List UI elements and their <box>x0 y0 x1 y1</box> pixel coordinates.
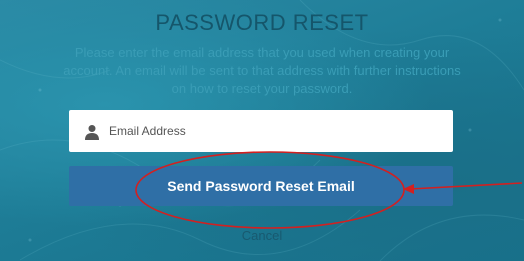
page-title: PASSWORD RESET <box>155 10 369 35</box>
cancel-link[interactable]: Cancel <box>0 228 524 243</box>
instructions-text: Please enter the email address that you … <box>63 45 461 96</box>
email-field-container[interactable] <box>69 110 453 156</box>
send-reset-email-button[interactable]: Send Password Reset Email <box>69 166 453 206</box>
email-input[interactable] <box>109 110 439 156</box>
user-icon <box>85 124 99 140</box>
